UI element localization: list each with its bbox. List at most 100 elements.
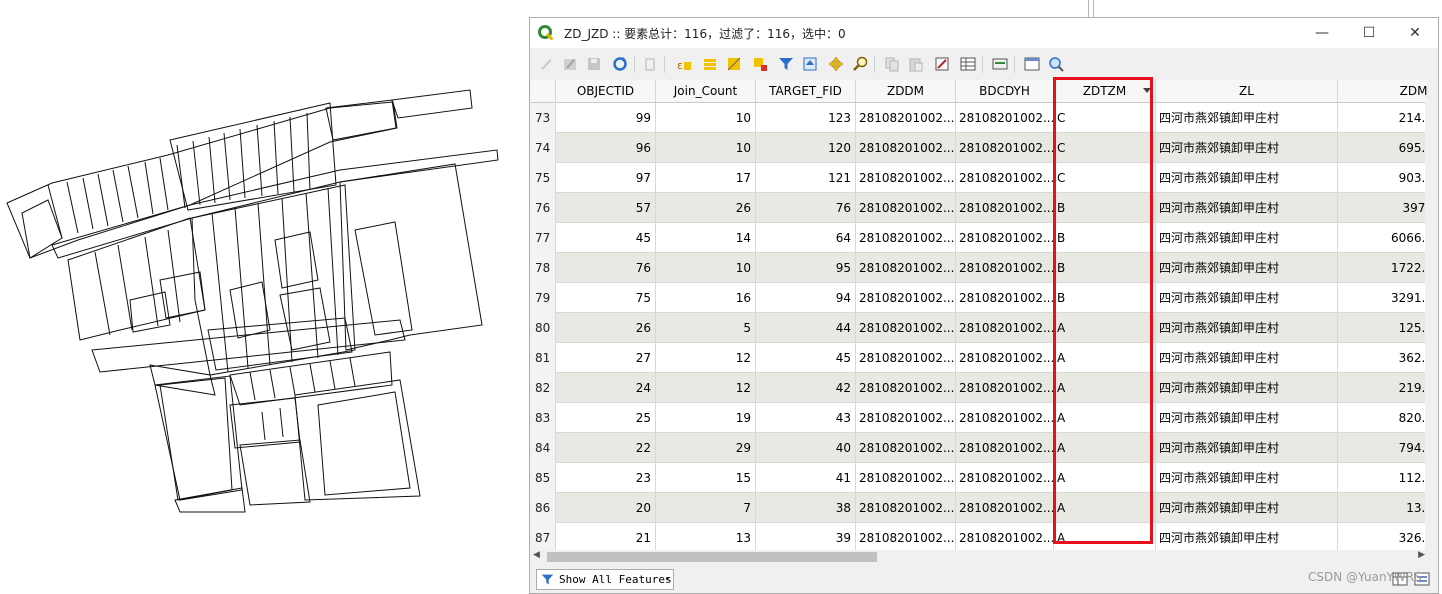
cell-bdcdyh[interactable]: 28108201002...	[956, 373, 1054, 403]
cell-zl[interactable]: 四河市燕郊镇卸甲庄村	[1156, 163, 1338, 193]
maximize-button[interactable]: ☐	[1352, 22, 1386, 44]
cell-zddm[interactable]: 28108201002...	[856, 463, 956, 493]
cell-objectid[interactable]: 27	[556, 343, 656, 373]
table-row[interactable]: 81 27 12 45 28108201002... 28108201002... A 四河市…	[531, 343, 1427, 373]
row-number[interactable]: 82	[531, 373, 556, 403]
cell-objectid[interactable]: 99	[556, 103, 656, 133]
cell-zddm[interactable]: 28108201002...	[856, 253, 956, 283]
cell-objectid[interactable]: 24	[556, 373, 656, 403]
table-row[interactable]: 73 99 10 123 28108201002... 28108201002... C 四河…	[531, 103, 1427, 133]
scroll-right-icon[interactable]: ▶	[1418, 550, 1425, 560]
identify-icon[interactable]	[1048, 56, 1064, 72]
new-field-icon[interactable]: ε	[676, 56, 692, 72]
table-row[interactable]: 77 45 14 64 28108201002... 28108201002... B 四河市…	[531, 223, 1427, 253]
table-row[interactable]: 79 75 16 94 28108201002... 28108201002... B 四河市…	[531, 283, 1427, 313]
cell-zdtzm[interactable]: C	[1054, 163, 1156, 193]
row-number[interactable]: 85	[531, 463, 556, 493]
close-button[interactable]: ✕	[1398, 22, 1432, 44]
cell-zddm[interactable]: 28108201002...	[856, 103, 956, 133]
cell-bdcdyh[interactable]: 28108201002...	[956, 223, 1054, 253]
cell-target_fid[interactable]: 38	[756, 493, 856, 523]
cell-objectid[interactable]: 26	[556, 313, 656, 343]
cell-zdmj[interactable]: 794.2	[1338, 433, 1427, 463]
cell-zddm[interactable]: 28108201002...	[856, 403, 956, 433]
cell-zl[interactable]: 四河市燕郊镇卸甲庄村	[1156, 433, 1338, 463]
cell-target_fid[interactable]: 95	[756, 253, 856, 283]
cell-bdcdyh[interactable]: 28108201002...	[956, 133, 1054, 163]
attribute-table[interactable]: OBJECTID Join_Count TARGET_FID ZDDM BDCD…	[531, 80, 1427, 550]
actions-icon[interactable]	[1024, 56, 1040, 72]
cell-zl[interactable]: 四河市燕郊镇卸甲庄村	[1156, 463, 1338, 493]
table-row[interactable]: 78 76 10 95 28108201002... 28108201002... B 四河市…	[531, 253, 1427, 283]
cell-join_count[interactable]: 26	[656, 193, 756, 223]
cell-zdmj[interactable]: 695.7	[1338, 133, 1427, 163]
cell-bdcdyh[interactable]: 28108201002...	[956, 343, 1054, 373]
table-row[interactable]: 83 25 19 43 28108201002... 28108201002... A 四河市…	[531, 403, 1427, 433]
cell-zdtzm[interactable]: B	[1054, 223, 1156, 253]
cell-zdmj[interactable]: 3291.5	[1338, 283, 1427, 313]
table-row[interactable]: 86 20 7 38 28108201002... 28108201002... A 四河市燕…	[531, 493, 1427, 523]
cell-zdtzm[interactable]: B	[1054, 253, 1156, 283]
column-header-sorted[interactable]: ZDTZM	[1054, 80, 1156, 102]
save-icon[interactable]	[586, 56, 602, 72]
row-number[interactable]: 75	[531, 163, 556, 193]
cell-objectid[interactable]: 97	[556, 163, 656, 193]
table-row[interactable]: 85 23 15 41 28108201002... 28108201002... A 四河市…	[531, 463, 1427, 493]
cell-target_fid[interactable]: 45	[756, 343, 856, 373]
cell-zdtzm[interactable]: A	[1054, 403, 1156, 433]
cell-zddm[interactable]: 28108201002...	[856, 373, 956, 403]
cell-zl[interactable]: 四河市燕郊镇卸甲庄村	[1156, 373, 1338, 403]
cell-join_count[interactable]: 7	[656, 493, 756, 523]
table-row[interactable]: 87 21 13 39 28108201002... 28108201002... A 四河市…	[531, 523, 1427, 550]
cell-zl[interactable]: 四河市燕郊镇卸甲庄村	[1156, 523, 1338, 550]
cell-zddm[interactable]: 28108201002...	[856, 313, 956, 343]
cell-join_count[interactable]: 19	[656, 403, 756, 433]
column-header[interactable]: OBJECTID	[556, 80, 656, 102]
cell-bdcdyh[interactable]: 28108201002...	[956, 433, 1054, 463]
cell-zdtzm[interactable]: A	[1054, 523, 1156, 550]
cell-join_count[interactable]: 15	[656, 463, 756, 493]
cell-target_fid[interactable]: 123	[756, 103, 856, 133]
dock-icon[interactable]	[992, 56, 1008, 72]
row-number[interactable]: 84	[531, 433, 556, 463]
cell-zl[interactable]: 四河市燕郊镇卸甲庄村	[1156, 343, 1338, 373]
cell-target_fid[interactable]: 41	[756, 463, 856, 493]
table-row[interactable]: 80 26 5 44 28108201002... 28108201002... A 四河市燕…	[531, 313, 1427, 343]
column-header[interactable]: ZDDM	[856, 80, 956, 102]
cell-target_fid[interactable]: 40	[756, 433, 856, 463]
cell-zl[interactable]: 四河市燕郊镇卸甲庄村	[1156, 133, 1338, 163]
cell-join_count[interactable]: 29	[656, 433, 756, 463]
cell-zdmj[interactable]: 903.1	[1338, 163, 1427, 193]
cell-zdtzm[interactable]: B	[1054, 193, 1156, 223]
cell-join_count[interactable]: 17	[656, 163, 756, 193]
column-header[interactable]: TARGET_FID	[756, 80, 856, 102]
cell-target_fid[interactable]: 76	[756, 193, 856, 223]
column-header[interactable]: Join_Count	[656, 80, 756, 102]
cell-bdcdyh[interactable]: 28108201002...	[956, 193, 1054, 223]
cell-objectid[interactable]: 23	[556, 463, 656, 493]
cell-zdtzm[interactable]: A	[1054, 313, 1156, 343]
cell-objectid[interactable]: 45	[556, 223, 656, 253]
row-number[interactable]: 81	[531, 343, 556, 373]
cell-zl[interactable]: 四河市燕郊镇卸甲庄村	[1156, 193, 1338, 223]
cell-zddm[interactable]: 28108201002...	[856, 283, 956, 313]
cell-bdcdyh[interactable]: 28108201002...	[956, 313, 1054, 343]
cell-zdtzm[interactable]: A	[1054, 433, 1156, 463]
show-all-features-dropdown[interactable]: Show All Features ▾	[536, 569, 674, 590]
cell-zl[interactable]: 四河市燕郊镇卸甲庄村	[1156, 253, 1338, 283]
conditional-formatting-icon[interactable]	[960, 56, 976, 72]
cell-target_fid[interactable]: 121	[756, 163, 856, 193]
cell-objectid[interactable]: 21	[556, 523, 656, 550]
cell-join_count[interactable]: 14	[656, 223, 756, 253]
cell-zdmj[interactable]: 125.8	[1338, 313, 1427, 343]
cell-zdtzm[interactable]: A	[1054, 373, 1156, 403]
row-number[interactable]: 80	[531, 313, 556, 343]
select-by-expression-icon[interactable]	[702, 56, 718, 72]
cell-zl[interactable]: 四河市燕郊镇卸甲庄村	[1156, 493, 1338, 523]
cell-zdmj[interactable]: 820.8	[1338, 403, 1427, 433]
delete-icon[interactable]	[642, 56, 658, 72]
cell-zdtzm[interactable]: A	[1054, 493, 1156, 523]
toggle-edit-icon[interactable]	[562, 56, 578, 72]
table-row[interactable]: 74 96 10 120 28108201002... 28108201002... C 四河…	[531, 133, 1427, 163]
cell-zdtzm[interactable]: A	[1054, 463, 1156, 493]
